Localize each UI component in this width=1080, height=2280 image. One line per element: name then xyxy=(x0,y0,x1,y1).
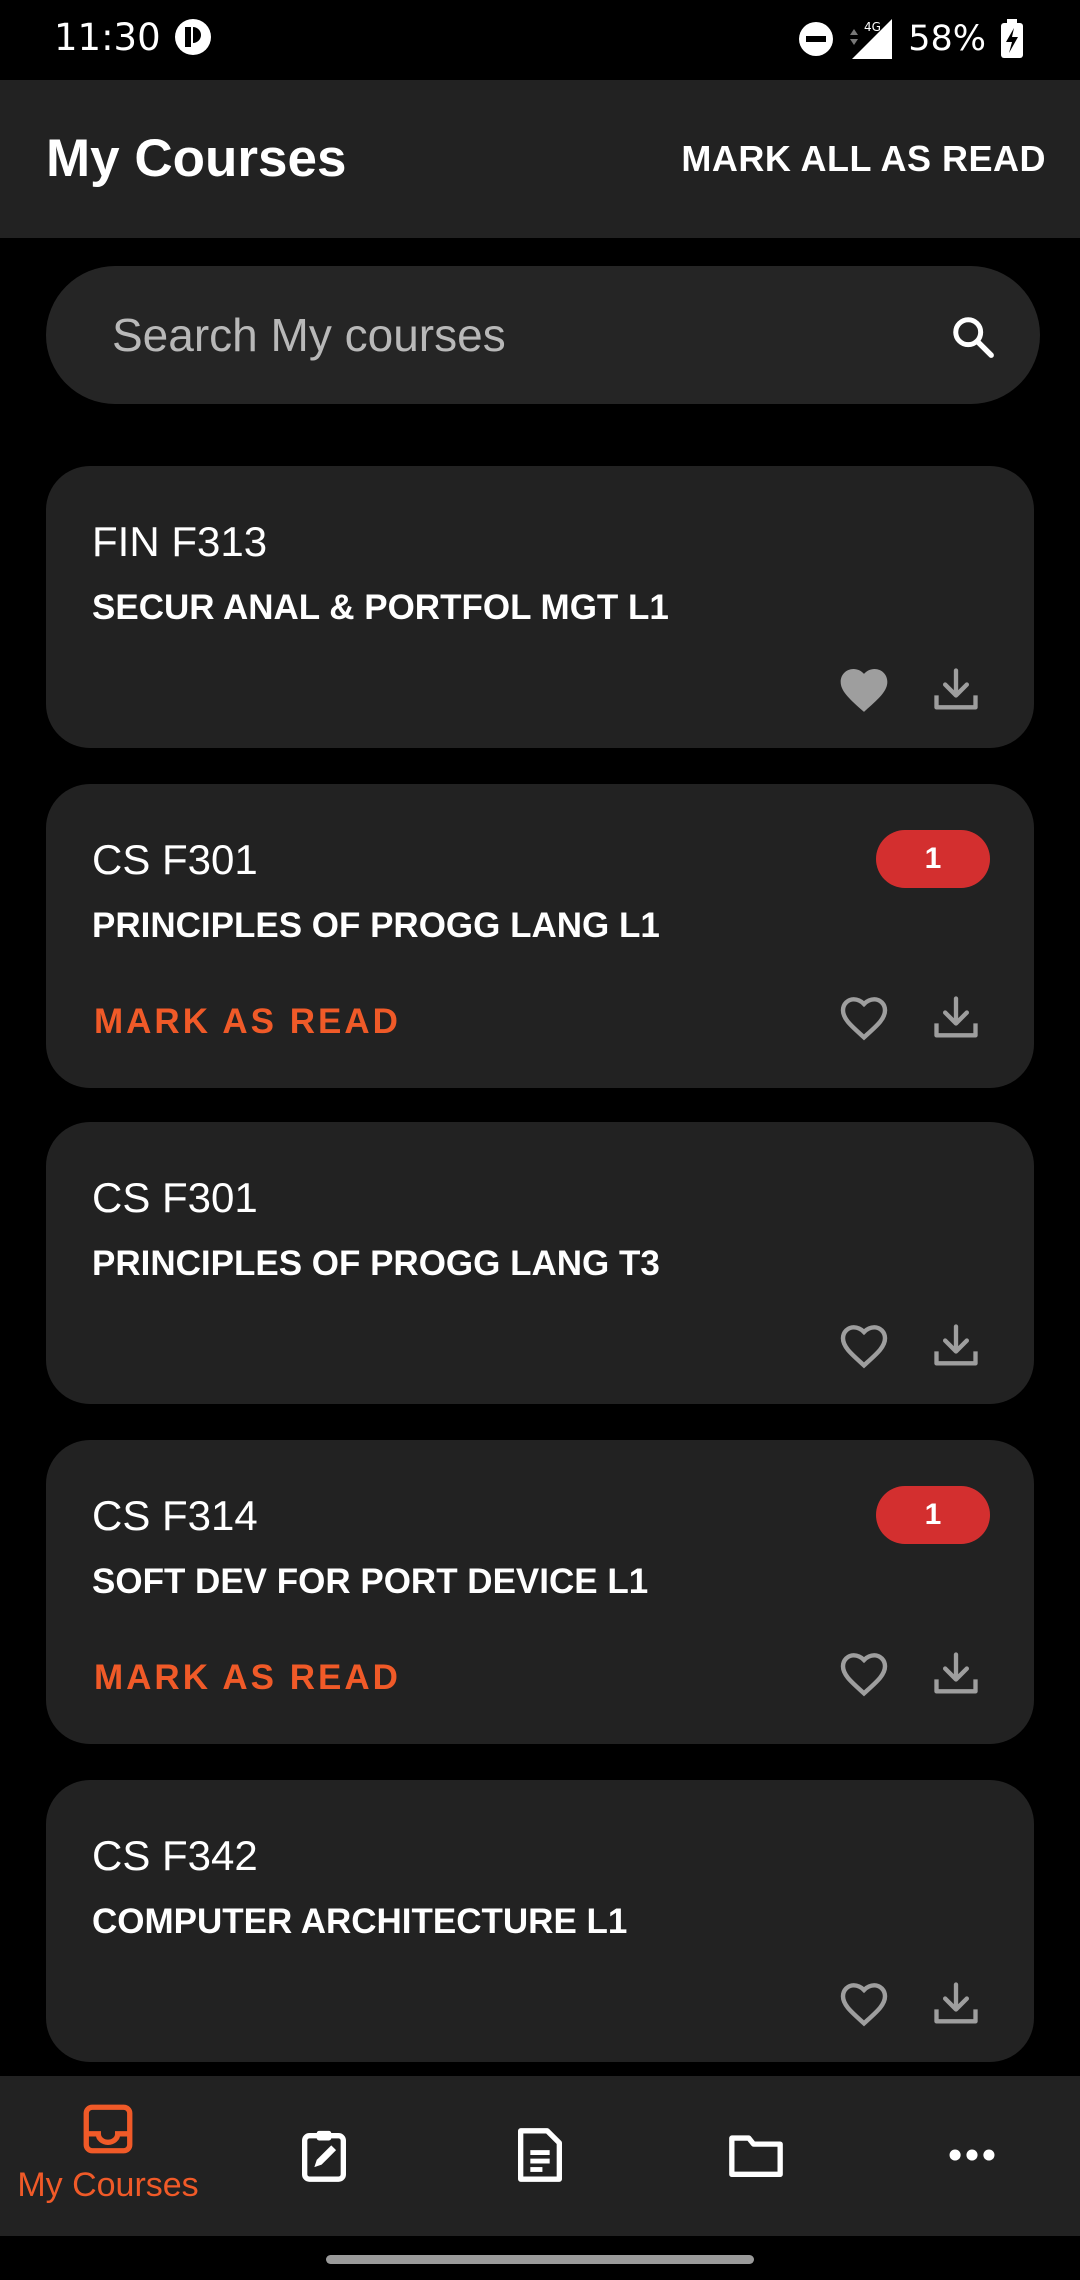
course-code: CS F301 xyxy=(92,1174,258,1221)
status-bar: 11:30 4G 58% xyxy=(0,0,1080,80)
app-bar: My Courses MARK ALL AS READ xyxy=(0,80,1080,238)
network-label: 4G xyxy=(864,20,881,34)
mark-as-read-button[interactable]: MARK AS READ xyxy=(94,1658,401,1698)
battery-percent: 58% xyxy=(908,19,986,59)
mark-as-read-button[interactable]: MARK AS READ xyxy=(94,1002,401,1042)
course-name: PRINCIPLES OF PROGG LANG L1 xyxy=(92,906,660,945)
nav-item-files[interactable] xyxy=(648,2076,864,2236)
nav-item-more[interactable] xyxy=(864,2076,1080,2236)
course-name: SECUR ANAL & PORTFOL MGT L1 xyxy=(92,588,669,627)
course-name: SOFT DEV FOR PORT DEVICE L1 xyxy=(92,1562,649,1601)
inbox-icon xyxy=(83,2104,133,2154)
heart-filled-icon[interactable] xyxy=(836,662,892,718)
do-not-disturb-icon xyxy=(799,22,834,56)
bottom-navigation: My Courses xyxy=(0,2076,1080,2236)
course-card[interactable]: CS F301 1 PRINCIPLES OF PROGG LANG L1 MA… xyxy=(46,784,1034,1088)
battery-charging-icon xyxy=(1001,19,1023,58)
course-code: CS F314 xyxy=(92,1492,258,1539)
heart-outline-icon[interactable] xyxy=(836,1646,892,1702)
course-name: COMPUTER ARCHITECTURE L1 xyxy=(92,1902,628,1941)
search-input[interactable] xyxy=(112,266,912,404)
download-icon[interactable] xyxy=(930,992,982,1044)
search-icon[interactable] xyxy=(950,314,996,360)
more-icon xyxy=(949,2149,995,2161)
download-icon[interactable] xyxy=(930,1978,982,2030)
page-title: My Courses xyxy=(46,129,347,188)
course-card[interactable]: CS F314 1 SOFT DEV FOR PORT DEVICE L1 MA… xyxy=(46,1440,1034,1744)
download-icon[interactable] xyxy=(930,1648,982,1700)
home-gesture-bar[interactable] xyxy=(326,2255,754,2264)
course-code: FIN F313 xyxy=(92,518,268,565)
heart-outline-icon[interactable] xyxy=(836,1318,892,1374)
mark-all-as-read-button[interactable]: MARK ALL AS READ xyxy=(681,138,1046,180)
download-icon[interactable] xyxy=(930,1320,982,1372)
document-icon xyxy=(518,2128,562,2182)
search-bar xyxy=(46,266,1040,404)
signal-icon: 4G xyxy=(850,19,893,59)
nav-item-documents[interactable] xyxy=(432,2076,648,2236)
course-card[interactable]: CS F301 PRINCIPLES OF PROGG LANG T3 xyxy=(46,1122,1034,1404)
status-time: 11:30 xyxy=(54,16,161,59)
course-code: CS F342 xyxy=(92,1832,258,1879)
unread-badge: 1 xyxy=(876,830,990,888)
assignment-icon xyxy=(302,2130,346,2182)
notification-app-icon xyxy=(175,19,211,55)
unread-badge: 1 xyxy=(876,1486,990,1544)
course-code: CS F301 xyxy=(92,836,258,883)
course-name: PRINCIPLES OF PROGG LANG T3 xyxy=(92,1244,660,1283)
nav-item-assignments[interactable] xyxy=(216,2076,432,2236)
course-card[interactable]: FIN F313 SECUR ANAL & PORTFOL MGT L1 xyxy=(46,466,1034,748)
nav-item-my-courses[interactable]: My Courses xyxy=(0,2076,216,2236)
nav-label-my-courses: My Courses xyxy=(17,2166,199,2204)
heart-outline-icon[interactable] xyxy=(836,990,892,1046)
course-card[interactable]: CS F342 COMPUTER ARCHITECTURE L1 xyxy=(46,1780,1034,2062)
download-icon[interactable] xyxy=(930,664,982,716)
heart-outline-icon[interactable] xyxy=(836,1976,892,2032)
folder-icon xyxy=(729,2135,783,2177)
